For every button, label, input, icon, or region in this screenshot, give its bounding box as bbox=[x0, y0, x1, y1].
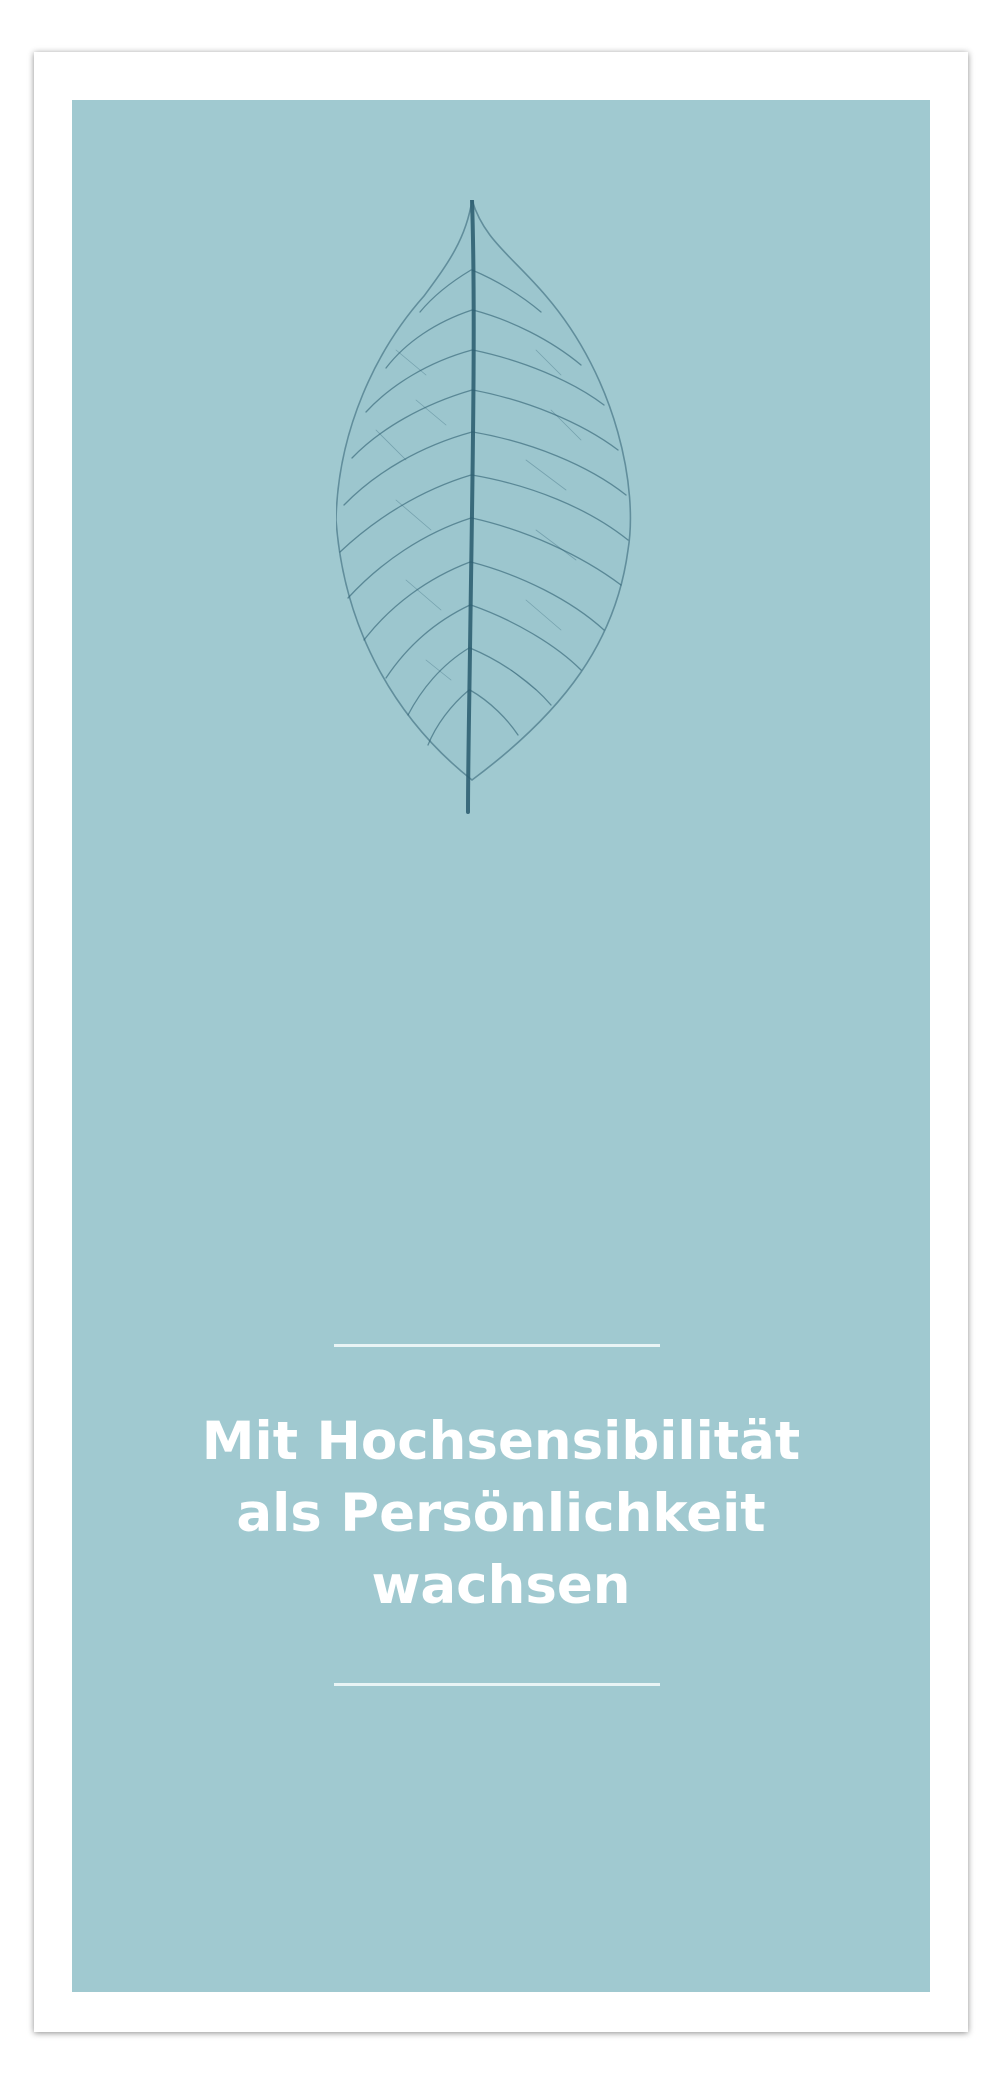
title-line-1: Mit Hochsensibilität bbox=[201, 1411, 801, 1472]
divider-top bbox=[334, 1344, 660, 1347]
cover-title: Mit Hochsensibilität als Persönlichkeit … bbox=[72, 1406, 930, 1622]
flyer-cover: Mit Hochsensibilität als Persönlichkeit … bbox=[34, 52, 968, 2032]
cover-panel: Mit Hochsensibilität als Persönlichkeit … bbox=[72, 100, 930, 1992]
skeleton-leaf-icon bbox=[336, 200, 632, 814]
title-line-3: wachsen bbox=[371, 1555, 631, 1616]
title-line-2: als Persönlichkeit bbox=[236, 1483, 766, 1544]
divider-bottom bbox=[334, 1683, 660, 1686]
